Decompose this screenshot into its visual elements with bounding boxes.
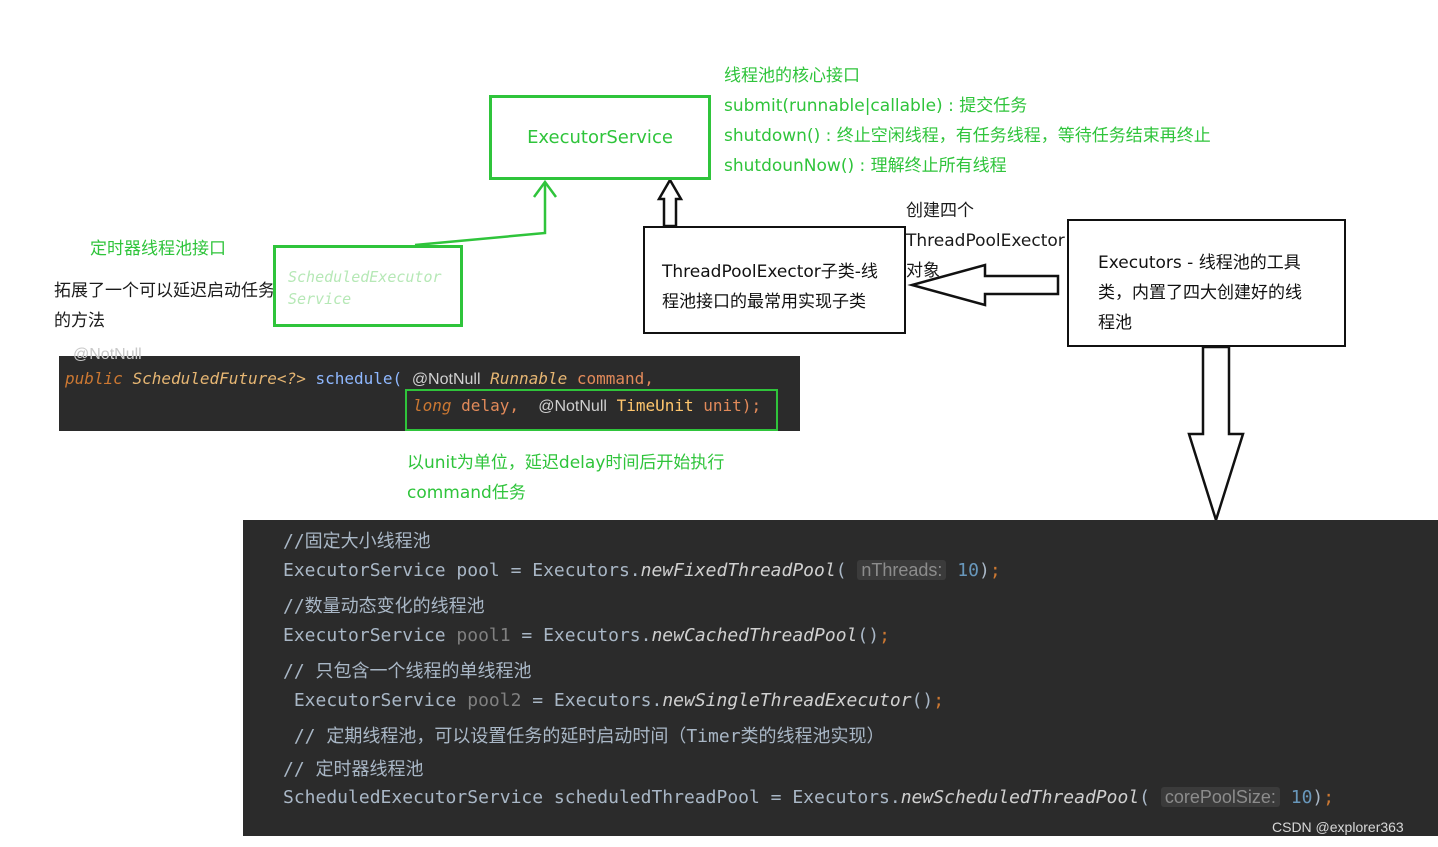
executor-service-note-2: submit(runnable|callable) : 提交任务: [724, 96, 1028, 116]
executor-service-note-3: shutdown() : 终止空闲线程，有任务线程，等待任务结束再终止: [724, 126, 1211, 146]
executor-service-note-4: shutdounNow() : 理解终止所有线程: [724, 156, 1007, 176]
code-scheduled-prefix: ScheduledExecutorService scheduledThread…: [283, 787, 901, 808]
param-command: command,: [576, 369, 654, 388]
code-fixed-method: newFixedThreadPool: [640, 560, 836, 581]
code-scheduled-close: ): [1312, 787, 1324, 808]
scheduled-title: 定时器线程池接口: [90, 239, 226, 259]
scheduled-label-line-1: ScheduledExecutor: [288, 268, 442, 286]
scheduled-desc-line-2: 的方法: [54, 311, 105, 331]
executor-service-label: ExecutorService: [527, 127, 673, 148]
param-hint-corepoolsize: corePoolSize:: [1160, 787, 1280, 807]
code-line-scheduled-pool: ScheduledExecutorService scheduledThread…: [283, 787, 1334, 808]
kw-public: public: [65, 369, 123, 388]
code-fixed-number: 10: [957, 560, 979, 581]
code-scheduled-method: newScheduledThreadPool: [900, 787, 1140, 808]
code-cached-paren: (): [857, 625, 880, 646]
signature-line-1: public ScheduledFuture<?> schedule( @Not…: [65, 369, 654, 389]
delay-note-line-2: command任务: [407, 483, 526, 503]
code-comment-cached: //数量动态变化的线程池: [283, 596, 485, 617]
code-comment-periodic: // 定期线程池，可以设置任务的延时启动时间（Timer类的线程池实现）: [283, 726, 885, 747]
code-line-fixed-pool: ExecutorService pool = Executors.newFixe…: [283, 560, 1001, 581]
scheduled-extends-arrow: [414, 183, 547, 247]
code-cached-mid: = Executors.: [510, 625, 652, 646]
executors-code-block: //固定大小线程池 ExecutorService pool = Executo…: [243, 520, 1438, 836]
code-fixed-open: (: [835, 560, 847, 581]
tpe-line-2: 程池接口的最常用实现子类: [662, 292, 866, 312]
executors-line-1: Executors - 线程池的工具: [1098, 253, 1301, 273]
executor-service-note-1: 线程池的核心接口: [724, 66, 860, 86]
signature-cutoff-annotation: @NotNull: [73, 346, 142, 363]
code-comment-fixed: //固定大小线程池: [283, 531, 431, 552]
code-line-single-pool: ExecutorService pool2 = Executors.newSin…: [283, 690, 944, 711]
code-cached-var: pool1: [456, 625, 511, 646]
code-scheduled-open: (: [1139, 787, 1150, 808]
code-cached-semicolon: ;: [879, 625, 890, 646]
executor-service-box: ExecutorService: [489, 95, 711, 180]
executors-line-3: 程池: [1098, 313, 1132, 333]
executors-line-2: 类，内置了四大创建好的线: [1098, 283, 1302, 303]
code-scheduled-number: 10: [1290, 787, 1313, 808]
method-name: schedule(: [315, 369, 403, 388]
scheduled-desc: 拓展了一个可以延迟启动任务 的方法: [54, 276, 275, 336]
code-cached-method: newCachedThreadPool: [651, 625, 858, 646]
thread-pool-executor-box: ThreadPoolExector子类-线 程池接口的最常用实现子类: [643, 226, 906, 334]
tpe-implements-arrow: [656, 177, 684, 228]
code-fixed-prefix: ExecutorService pool = Executors.: [283, 560, 641, 581]
code-single-semicolon: ;: [933, 690, 945, 711]
annotation-notnull-1: @NotNull: [411, 371, 481, 388]
code-single-var: pool2: [467, 690, 522, 711]
scheduled-desc-line-1: 拓展了一个可以延迟启动任务: [54, 281, 275, 301]
create-note: 创建四个 ThreadPoolExector 对象: [906, 196, 1065, 286]
delay-note: 以unit为单位，延迟delay时间后开始执行 command任务: [407, 448, 724, 508]
code-comment-scheduled: // 定时器线程池: [283, 759, 424, 780]
tpe-line-1: ThreadPoolExector子类-线: [662, 262, 878, 282]
code-fixed-semicolon: ;: [989, 560, 1001, 581]
executor-service-notes: 线程池的核心接口 submit(runnable|callable) : 提交任…: [724, 61, 1211, 181]
delay-params-highlight: [405, 389, 778, 431]
create-note-line-3: 对象: [906, 261, 940, 281]
code-fixed-close: ): [978, 560, 990, 581]
watermark: CSDN @explorer363: [1272, 819, 1404, 835]
return-type: ScheduledFuture<?>: [132, 369, 306, 388]
code-single-method: newSingleThreadExecutor: [662, 690, 912, 711]
delay-note-line-1: 以unit为单位，延迟delay时间后开始执行: [407, 453, 725, 473]
code-line-cached-pool: ExecutorService pool1 = Executors.newCac…: [283, 625, 890, 646]
param-hint-nthreads: nThreads:: [857, 560, 947, 580]
create-note-line-2: ThreadPoolExector: [906, 231, 1065, 251]
code-comment-single: // 只包含一个线程的单线程池: [283, 661, 532, 682]
code-single-prefix: ExecutorService: [283, 690, 468, 711]
code-cached-prefix: ExecutorService: [283, 625, 457, 646]
executors-box: Executors - 线程池的工具 类，内置了四大创建好的线 程池: [1067, 219, 1346, 347]
code-single-mid: = Executors.: [521, 690, 663, 711]
code-scheduled-semicolon: ;: [1323, 787, 1335, 808]
code-single-paren: (): [911, 690, 934, 711]
scheduled-label-line-2: Service: [288, 290, 352, 308]
executors-down-arrow: [1187, 345, 1245, 525]
param-type-runnable: Runnable: [490, 369, 568, 388]
create-note-line-1: 创建四个: [906, 201, 974, 221]
scheduled-executor-service-box: ScheduledExecutor Service: [273, 245, 463, 327]
